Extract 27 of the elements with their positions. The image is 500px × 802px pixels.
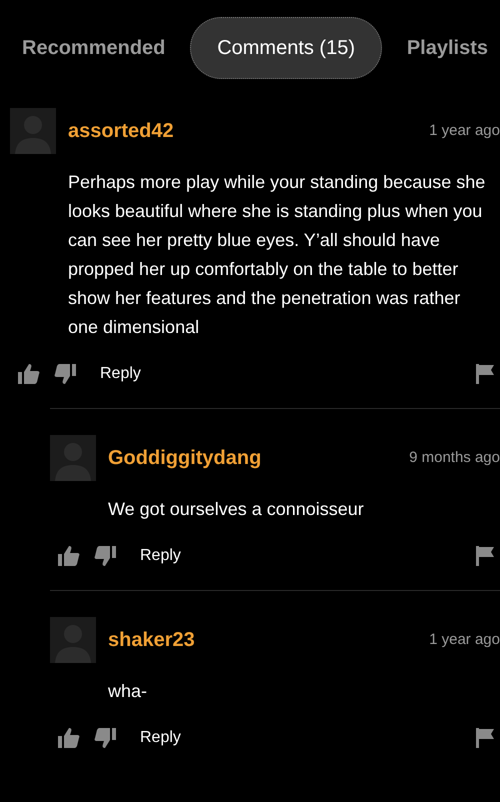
reply-button[interactable]: Reply <box>140 726 181 750</box>
thumbs-up-icon[interactable] <box>18 364 40 384</box>
thumbs-down-icon[interactable] <box>94 728 116 748</box>
flag-icon[interactable] <box>476 364 494 384</box>
flag-icon[interactable] <box>476 728 494 748</box>
timestamp: 1 year ago <box>429 120 500 141</box>
avatar-icon <box>50 617 96 663</box>
reply-button[interactable]: Reply <box>100 362 141 386</box>
avatar-icon <box>10 108 56 154</box>
username[interactable]: Goddiggitydang <box>108 443 262 473</box>
thumbs-down-icon[interactable] <box>54 364 76 384</box>
thumbs-up-icon[interactable] <box>58 728 80 748</box>
thumbs-up-icon[interactable] <box>58 546 80 566</box>
flag-icon[interactable] <box>476 546 494 566</box>
avatar-icon <box>50 435 96 481</box>
timestamp: 9 months ago <box>409 448 500 468</box>
timestamp: 1 year ago <box>429 630 500 650</box>
comment-text: We got ourselves a connoisseur <box>108 498 365 521</box>
comment-text: Perhaps more play while your standing because she looks beautiful where she is standing plus when you can see her pretty blue eyes. Y’all should have propped her up comfortably on the table to better show her features and the penetration was rather one dimensional <box>68 171 486 339</box>
reply-button[interactable]: Reply <box>140 544 181 568</box>
username[interactable]: assorted42 <box>68 116 174 146</box>
tab[interactable]: Comments (15) <box>190 16 382 78</box>
tab[interactable]: Playlists <box>406 16 488 78</box>
comment-text: wha- <box>108 680 148 703</box>
thumbs-down-icon[interactable] <box>94 546 116 566</box>
tab[interactable]: Recommended <box>22 16 166 78</box>
username[interactable]: shaker23 <box>108 625 195 655</box>
